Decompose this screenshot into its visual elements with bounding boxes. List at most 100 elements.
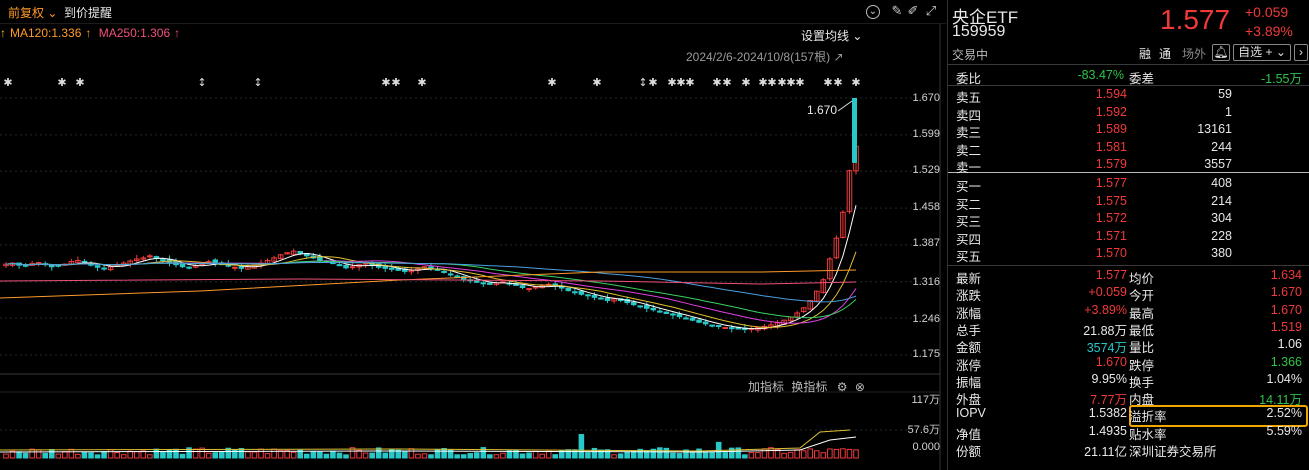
- candle-body: [382, 266, 389, 269]
- bid-volume: 228: [1211, 228, 1232, 243]
- candle-body: [689, 317, 696, 321]
- volume-bar: [68, 448, 75, 459]
- candle-body: [343, 264, 349, 269]
- stat-value: +3.89%: [1084, 302, 1127, 317]
- more-button[interactable]: ›: [1294, 44, 1308, 61]
- candle-body: [696, 319, 702, 323]
- event-marker: ✱: [722, 76, 731, 89]
- stats-row: 涨跌 +0.059 今开 1.670: [948, 284, 1309, 303]
- volume-bar: [813, 450, 820, 459]
- volume-bar: [192, 448, 199, 459]
- volume-bar: [500, 452, 506, 459]
- kline-chart-panel[interactable]: 前复权 ⌄ 到价提醒 ⌄ ✎ ✐ ⤢ ↑ MA120:1.336 ↑ MA250:1…: [0, 0, 946, 470]
- volume-bar: [787, 451, 794, 459]
- volume-bar: [467, 453, 474, 459]
- candle-body: [663, 311, 670, 314]
- ask-row: 卖四 1.592 1: [948, 104, 1309, 123]
- swap-indicator-button[interactable]: 换指标: [791, 380, 827, 394]
- stats-row: 金额 3574万 量比 1.06: [948, 336, 1309, 355]
- volume-bar: [611, 454, 617, 459]
- event-marker: ✱: [786, 76, 795, 89]
- volume-bar: [552, 454, 559, 459]
- volume-bar: [519, 453, 526, 459]
- event-marker: ✱: [833, 76, 842, 89]
- event-marker: ✱: [851, 76, 860, 89]
- volume-bar: [415, 453, 421, 459]
- event-marker: ✱: [795, 76, 804, 89]
- candle-body: [643, 304, 650, 309]
- stats-row: IOPV 1.5382 溢折率 2.52%: [948, 405, 1309, 424]
- candle-body: [526, 288, 532, 291]
- volume-bar: [402, 451, 408, 459]
- ask-row: 卖二 1.581 244: [948, 139, 1309, 158]
- volume-bar: [251, 451, 258, 459]
- candle-body: [101, 267, 107, 270]
- stats-row: 总手 21.88万 最低 1.519: [948, 319, 1309, 338]
- add-watchlist-label: 自选 +: [1238, 45, 1273, 59]
- volume-bar: [205, 452, 212, 459]
- volume-bar: [120, 454, 127, 459]
- volume-bar: [585, 452, 591, 459]
- stats-row: 振幅 9.95% 换手 1.04%: [948, 371, 1309, 390]
- volume-bar: [264, 453, 271, 459]
- ask-row: 卖一 1.579 3557: [948, 156, 1309, 175]
- ask-price: 1.581: [1095, 139, 1127, 154]
- candle-body: [160, 259, 166, 262]
- high-pointer: [837, 100, 853, 112]
- volume-bar: [539, 453, 545, 459]
- volume-tick: 0.000: [912, 441, 940, 453]
- volume-tick: 117万: [911, 394, 940, 406]
- close-icon[interactable]: ⊗: [855, 380, 865, 394]
- candle-body: [637, 305, 644, 308]
- event-marker: ✱: [667, 76, 676, 89]
- margin-tag[interactable]: 融: [1139, 45, 1151, 62]
- candle-body: [598, 297, 604, 300]
- stat-label: 份额: [956, 445, 982, 459]
- volume-bar: [709, 451, 715, 459]
- volume-bar: [624, 451, 630, 459]
- stat-value: 1.5382: [1088, 406, 1127, 421]
- bid-price: 1.577: [1095, 176, 1127, 190]
- candle-body: [480, 282, 487, 285]
- volume-bar: [532, 450, 539, 459]
- event-marker: ✱: [57, 76, 66, 89]
- volume-bar: [748, 452, 755, 459]
- event-marker: ✱: [547, 76, 556, 89]
- stats-row: 涨幅 +3.89% 最高 1.670: [948, 302, 1309, 321]
- volume-bar: [303, 453, 310, 459]
- event-marker: ✱: [767, 76, 776, 89]
- volume-bar: [343, 454, 349, 459]
- stats-row: 净值 1.4935 贴水率 5.59%: [948, 423, 1309, 442]
- volume-bar: [696, 448, 702, 459]
- candle-body: [715, 325, 722, 328]
- price-tick: 1.670: [912, 92, 940, 104]
- candle-body: [532, 286, 539, 289]
- candle-body: [473, 280, 480, 283]
- volume-bar: [702, 451, 709, 459]
- kline-canvas[interactable]: ✱ ✱ ✱ ↕ ↕ ✱ ✱ ✱ ✱ ✱ ↕ ✱ ✱ ✱ ✱ ✱ ✱ ✱ ✱ ✱ ✱ ✱ ✱ ✱ ✱ ✱: [0, 0, 946, 470]
- connect-tag[interactable]: 通: [1159, 45, 1171, 62]
- stat-value: 1.04%: [1266, 371, 1302, 386]
- volume-bar: [48, 449, 55, 459]
- stat-value: 1.366: [1270, 354, 1302, 369]
- candle-body: [709, 324, 715, 327]
- volume-bar: [853, 449, 859, 459]
- add-watchlist-button[interactable]: 自选 + ⌄: [1233, 44, 1291, 61]
- add-indicator-button[interactable]: 加指标: [748, 380, 784, 394]
- quote-panel: 央企ETF 159959 1.577 +0.059 +3.89% 交易中 融 通…: [947, 0, 1309, 470]
- volume-bar: [75, 453, 81, 459]
- trading-status: 交易中: [952, 48, 989, 62]
- bid-row: 买二 1.575 214: [948, 193, 1309, 212]
- event-marker: ✱: [75, 76, 84, 89]
- ask-row: 卖三 1.589 13161: [948, 121, 1309, 140]
- gear-icon[interactable]: ⚙: [837, 380, 848, 394]
- volume-bar: [670, 452, 676, 459]
- bid-price: 1.572: [1095, 211, 1127, 225]
- bell-icon[interactable]: 🔔︎: [1212, 44, 1230, 61]
- last-price: 1.577: [1160, 4, 1231, 35]
- event-marker: ✱: [758, 76, 767, 89]
- candle-body: [297, 250, 304, 254]
- otc-tag[interactable]: 场外: [1182, 45, 1206, 62]
- stats-row: 涨停 1.670 跌停 1.366: [948, 354, 1309, 373]
- price-tick: 1.246: [912, 313, 940, 325]
